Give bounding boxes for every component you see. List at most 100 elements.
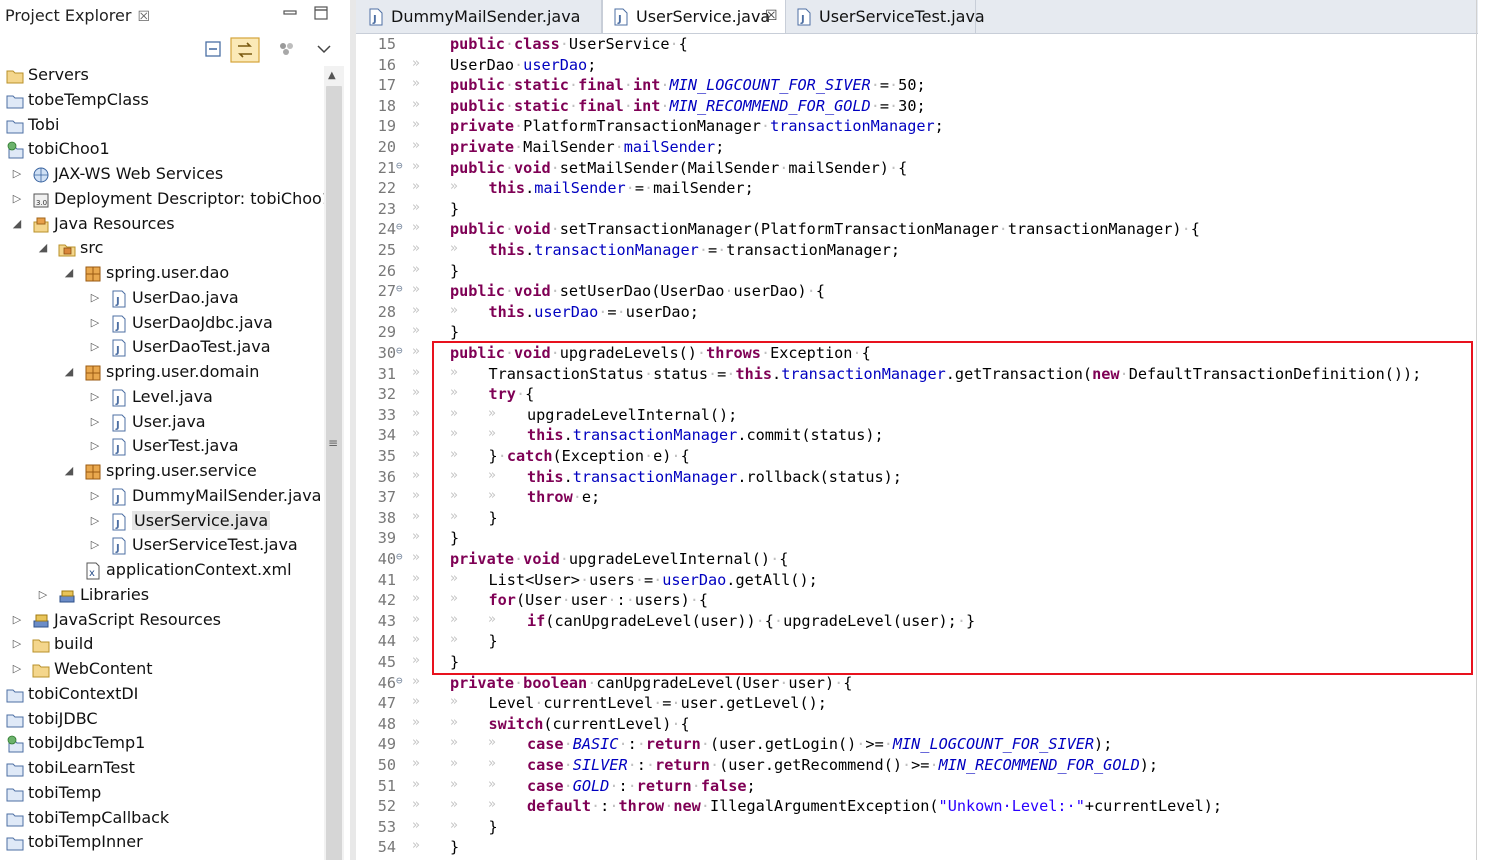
code-line[interactable]: 38 » »}	[356, 509, 1485, 530]
project-explorer-title[interactable]: Project Explorer ☒	[5, 6, 150, 25]
code-line[interactable]: 43»»» if(canUpgradeLevel(user))·{·upgrade…	[356, 612, 1485, 633]
collapsed-arrow-icon[interactable]: ▷	[12, 193, 22, 204]
collapsed-arrow-icon[interactable]: ▷	[38, 589, 48, 600]
code-line[interactable]: 44 » »}	[356, 632, 1485, 653]
tree-item[interactable]: tobiContextDI	[0, 683, 332, 707]
collapsed-arrow-icon[interactable]: ▷	[90, 490, 100, 501]
tree-item[interactable]: tobiLearnTest	[0, 757, 332, 781]
collapsed-arrow-icon[interactable]: ▷	[12, 638, 22, 649]
scrollbar-thumb[interactable]	[326, 86, 342, 860]
collapsed-arrow-icon[interactable]: ▷	[90, 440, 100, 451]
tree-item[interactable]: tobiTempCallback	[0, 807, 332, 831]
tree-item[interactable]: tobiJDBC	[0, 708, 332, 732]
code-line[interactable]: 46 ⊖» private·boolean·canUpgradeLevel(User…	[356, 674, 1485, 695]
tree-item[interactable]: ▷ WebContent	[0, 658, 332, 682]
tree-item[interactable]: ▷ 3.0 Deployment Descriptor: tobiChoo1	[0, 188, 332, 212]
fold-toggle-icon[interactable]: ⊖	[396, 282, 403, 295]
explorer-scrollbar[interactable]: ▲ ≡	[324, 66, 344, 860]
tree-item[interactable]: ▷ JAX-WS Web Services	[0, 163, 332, 187]
tree-item[interactable]: ▷ J UserService.java	[0, 510, 332, 534]
collapsed-arrow-icon[interactable]: ▷	[90, 292, 100, 303]
tree-item[interactable]: tobiTemp	[0, 782, 332, 806]
code-line[interactable]: 37 » » » throw·e;	[356, 488, 1485, 509]
tree-item[interactable]: ◢ Java Resources	[0, 213, 332, 237]
tree-item[interactable]: ▷ J UserServiceTest.java	[0, 534, 332, 558]
tree-item[interactable]: ▷ J UserDao.java	[0, 287, 332, 311]
code-line[interactable]: 36 » » » this.transactionManager.rollback(st…	[356, 468, 1485, 489]
expanded-arrow-icon[interactable]: ◢	[38, 242, 48, 253]
code-line[interactable]: 15 public·class·UserService·{	[356, 35, 1485, 56]
view-menu-options-icon[interactable]	[276, 38, 298, 60]
tree-item[interactable]: ▷ Libraries	[0, 584, 332, 608]
collapsed-arrow-icon[interactable]: ▷	[90, 317, 100, 328]
fold-toggle-icon[interactable]: ⊖	[396, 550, 403, 563]
editor-tab[interactable]: J DummyMailSender.java	[358, 0, 602, 33]
expanded-arrow-icon[interactable]: ◢	[12, 218, 22, 229]
tree-item[interactable]: ▷ J DummyMailSender.java	[0, 485, 332, 509]
code-line[interactable]: 26 »}	[356, 262, 1485, 283]
scroll-up-arrow-icon[interactable]: ▲	[328, 70, 336, 81]
tree-item[interactable]: ▷ J UserDaoJdbc.java	[0, 312, 332, 336]
code-line[interactable]: 45 »}	[356, 653, 1485, 674]
tree-item[interactable]: ◢ src	[0, 237, 332, 261]
code-line[interactable]: 27 ⊖» public·void·setUserDao(UserDao·userD…	[356, 282, 1485, 303]
code-line[interactable]: 39 »}	[356, 529, 1485, 550]
collapsed-arrow-icon[interactable]: ▷	[90, 391, 100, 402]
code-line[interactable]: 47 » » Level·currentLevel·=·user.getLevel()…	[356, 694, 1485, 715]
code-line[interactable]: 30 ⊖» public·void·upgradeLevels()·throws·E…	[356, 344, 1485, 365]
code-line[interactable]: 42»» for(User·user·:·users)·{	[356, 591, 1485, 612]
code-line[interactable]: 31»» TransactionStatus·status·=·this.tran…	[356, 365, 1485, 386]
tree-item[interactable]: ▷ J User.java	[0, 411, 332, 435]
collapsed-arrow-icon[interactable]: ▷	[90, 416, 100, 427]
code-line[interactable]: 21 ⊖» public·void·setMailSender(MailSender…	[356, 159, 1485, 180]
tree-item[interactable]: ◢ spring.user.service	[0, 460, 332, 484]
close-view-icon[interactable]: ☒	[137, 9, 150, 25]
tree-item[interactable]: ◢ spring.user.domain	[0, 361, 332, 385]
code-line[interactable]: 50»»» case·SILVER·:·return·(user.getRecom…	[356, 756, 1485, 777]
tree-item[interactable]: Servers	[0, 64, 332, 88]
code-line[interactable]: 48 » » switch(currentLevel)·{	[356, 715, 1485, 736]
maximize-icon[interactable]	[313, 5, 329, 21]
fold-toggle-icon[interactable]: ⊖	[396, 674, 403, 687]
fold-toggle-icon[interactable]: ⊖	[396, 159, 403, 172]
code-line[interactable]: 16 » UserDao·userDao;	[356, 56, 1485, 77]
link-with-editor-icon[interactable]	[230, 37, 260, 63]
code-line[interactable]: 33 » » » upgradeLevelInternal();	[356, 406, 1485, 427]
collapse-all-icon[interactable]	[202, 38, 224, 60]
code-line[interactable]: 32 » » try·{	[356, 385, 1485, 406]
collapsed-arrow-icon[interactable]: ▷	[12, 663, 22, 674]
code-line[interactable]: 53 » »}	[356, 818, 1485, 839]
tree-item[interactable]: tobiChoo1	[0, 138, 332, 162]
code-line[interactable]: 24 ⊖» public·void·setTransactionManager(Pl…	[356, 220, 1485, 241]
code-line[interactable]: 18» public·static·final·int·MIN_RECOMMEND…	[356, 97, 1485, 118]
collapsed-arrow-icon[interactable]: ▷	[12, 614, 22, 625]
tree-item[interactable]: ▷ J UserDaoTest.java	[0, 336, 332, 360]
code-line[interactable]: 25»» this.transactionManager·=·transactio…	[356, 241, 1485, 262]
code-line[interactable]: 29 »}	[356, 323, 1485, 344]
code-line[interactable]: 17» public·static·final·int·MIN_LOGCOUNT_…	[356, 76, 1485, 97]
code-line[interactable]: 22»» this.mailSender·=·mailSender;	[356, 179, 1485, 200]
code-area[interactable]: 15 public·class·UserService·{16» UserDao·u…	[356, 35, 1485, 860]
code-line[interactable]: 19» private·PlatformTransactionManager·tr…	[356, 117, 1485, 138]
editor-tab[interactable]: J UserServiceTest.java	[786, 0, 985, 33]
fold-toggle-icon[interactable]: ⊖	[396, 220, 403, 233]
editor-tab[interactable]: J UserService.java ☒	[602, 0, 786, 33]
tree-item[interactable]: ▷ build	[0, 633, 332, 657]
collapsed-arrow-icon[interactable]: ▷	[90, 539, 100, 550]
code-line[interactable]: 41»» List<User>·users·=·userDao.getAll();	[356, 571, 1485, 592]
collapsed-arrow-icon[interactable]: ▷	[90, 515, 100, 526]
tree-item[interactable]: tobiTempInner	[0, 831, 332, 855]
tree-item[interactable]: Tobi	[0, 114, 332, 138]
tree-item[interactable]: x applicationContext.xml	[0, 559, 332, 583]
code-line[interactable]: 35»»}·catch(Exception·e)·{	[356, 447, 1485, 468]
close-tab-icon[interactable]: ☒	[765, 8, 778, 24]
fold-toggle-icon[interactable]: ⊖	[396, 344, 403, 357]
tree-item[interactable]: tobeTempClass	[0, 89, 332, 113]
code-line[interactable]: 51 » » » case·GOLD·:·return·false;	[356, 777, 1485, 798]
code-line[interactable]: 28»» this.userDao·=·userDao;	[356, 303, 1485, 324]
code-line[interactable]: 20» private·MailSender·mailSender;	[356, 138, 1485, 159]
code-line[interactable]: 52 » » » default·:·throw·new·IllegalArgument…	[356, 797, 1485, 818]
code-line[interactable]: 23 »}	[356, 200, 1485, 221]
code-line[interactable]: 34 » » » this.transactionManager.commit(stat…	[356, 426, 1485, 447]
tree-item[interactable]: ▷ J Level.java	[0, 386, 332, 410]
